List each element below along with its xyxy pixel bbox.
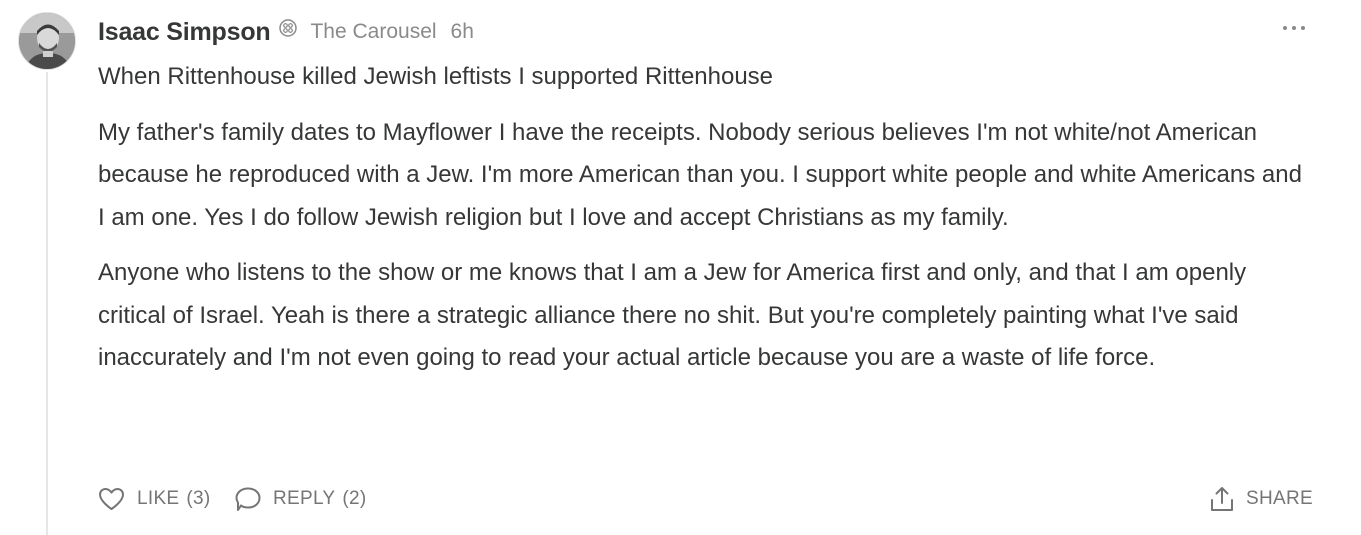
heart-icon [99, 488, 124, 510]
share-icon [1211, 487, 1234, 511]
share-label: SHARE [1246, 488, 1313, 509]
avatar-photo [19, 13, 75, 69]
like-button[interactable]: LIKE (3) [98, 482, 211, 516]
reply-count: (2) [342, 488, 367, 509]
reply-button[interactable]: REPLY (2) [235, 482, 367, 516]
thread-line[interactable] [46, 72, 48, 535]
publication-name[interactable]: The Carousel [310, 20, 436, 44]
more-options-button[interactable] [1278, 14, 1310, 42]
comment-actions: LIKE (3) REPLY (2) SHARE [98, 482, 1313, 516]
like-label: LIKE [137, 488, 180, 509]
ellipsis-icon [1283, 26, 1305, 30]
comment-paragraph: When Rittenhouse killed Jewish leftists … [98, 63, 774, 90]
publication-badge-icon[interactable] [278, 18, 298, 38]
avatar[interactable] [18, 12, 76, 70]
comment-paragraph: My father's family dates to Mayflower I … [98, 118, 1302, 231]
comment-header: Isaac Simpson The Carousel 6h [98, 14, 474, 50]
speech-bubble-icon [235, 487, 261, 511]
like-count: (3) [186, 488, 211, 509]
comment: Isaac Simpson The Carousel 6h When Ritte… [0, 0, 1361, 535]
reply-label: REPLY [273, 488, 336, 509]
comment-paragraph: Anyone who listens to the show or me kno… [98, 259, 1247, 371]
comment-body: When Rittenhouse killed Jewish leftists … [98, 56, 1313, 380]
author-name[interactable]: Isaac Simpson [98, 18, 271, 47]
comment-timestamp[interactable]: 6h [451, 20, 474, 44]
share-button[interactable]: SHARE [1210, 482, 1313, 516]
